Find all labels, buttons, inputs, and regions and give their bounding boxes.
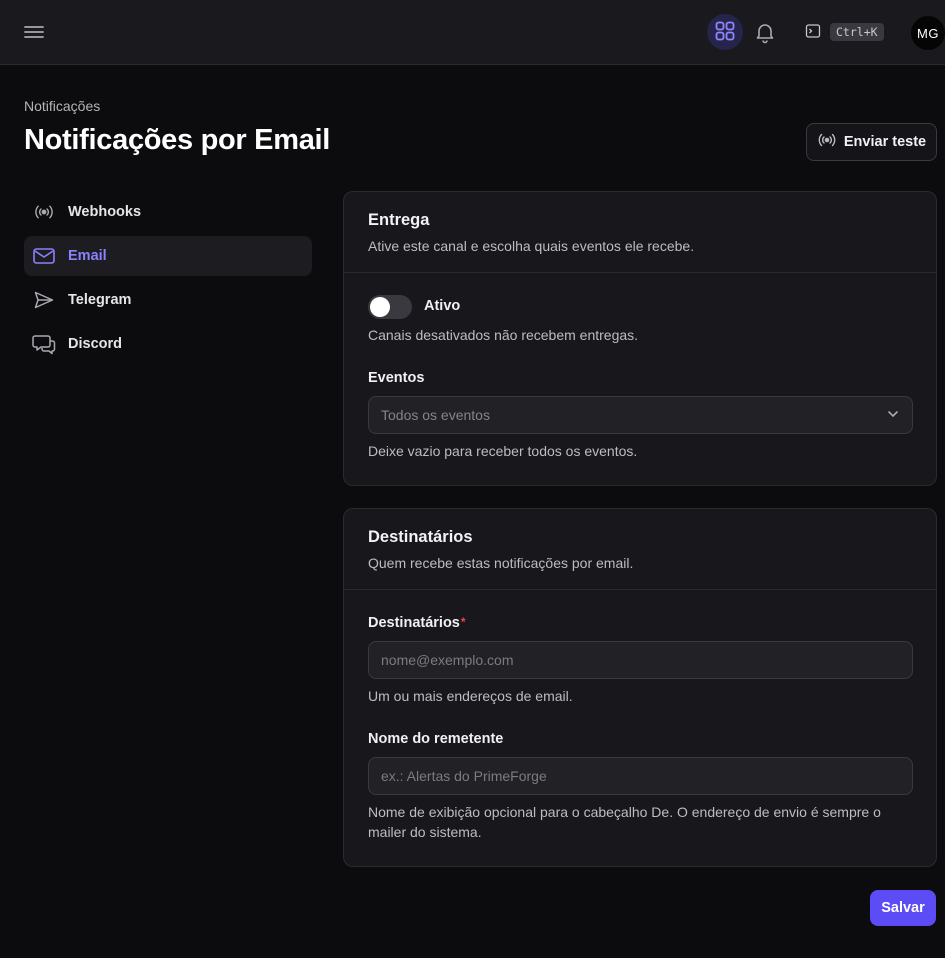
recipients-card-header: Destinatários Quem recebe estas notifica… [344, 509, 936, 590]
top-bar: Ctrl+K MG [0, 0, 945, 65]
sidebar-item-label: Telegram [68, 292, 132, 308]
sidebar-item-telegram[interactable]: Telegram [24, 280, 312, 320]
required-mark: * [460, 615, 466, 629]
events-select[interactable]: Todos os eventos [368, 396, 913, 434]
chevron-down-icon [886, 407, 900, 424]
delivery-subtitle: Ative este canal e escolha quais eventos… [368, 238, 695, 254]
recipients-title: Destinatários [368, 528, 473, 546]
bell-icon[interactable] [753, 20, 777, 44]
events-label: Eventos [368, 370, 425, 386]
sidebar-item-label: Email [68, 248, 107, 264]
recipients-card: Destinatários Quem recebe estas notifica… [343, 508, 937, 867]
events-select-placeholder: Todos os eventos [381, 407, 490, 423]
mail-icon [32, 244, 56, 268]
active-toggle-help: Canais desativados não recebem entregas. [368, 327, 639, 343]
sidebar-item-email[interactable]: Email [24, 236, 312, 276]
sender-name-help: Nome de exibição opcional para o cabeçal… [368, 804, 881, 840]
avatar[interactable]: MG [911, 16, 945, 50]
delivery-card: Entrega Ative este canal e escolha quais… [343, 191, 937, 486]
recipients-help: Um ou mais endereços de email. [368, 688, 573, 704]
events-help: Deixe vazio para receber todos os evento… [368, 443, 638, 459]
sender-name-input[interactable] [368, 757, 913, 795]
menu-icon[interactable] [22, 20, 46, 44]
recipients-input[interactable] [368, 641, 913, 679]
save-button[interactable]: Salvar [870, 890, 936, 926]
sidebar-item-webhooks[interactable]: Webhooks [24, 192, 312, 232]
broadcast-icon [32, 200, 56, 224]
broadcast-icon [817, 132, 837, 152]
recipients-field-label: Destinatários* [368, 615, 466, 631]
chat-icon [32, 332, 56, 356]
page-title: Notificações por Email [24, 124, 331, 156]
shortcut-hint: Ctrl+K [830, 23, 884, 41]
terminal-icon [805, 23, 821, 42]
sidebar-item-label: Webhooks [68, 204, 142, 220]
apps-grid-icon [714, 20, 736, 45]
delivery-title: Entrega [368, 211, 430, 229]
sidebar-item-label: Discord [68, 336, 122, 352]
delivery-card-header: Entrega Ative este canal e escolha quais… [344, 192, 936, 273]
toggle-knob [370, 297, 390, 317]
sender-name-label: Nome do remetente [368, 731, 504, 747]
send-test-label: Enviar teste [843, 134, 927, 150]
active-toggle-label: Ativo [424, 298, 461, 314]
active-toggle[interactable] [368, 295, 412, 319]
send-icon [32, 288, 56, 312]
apps-button[interactable] [707, 14, 743, 50]
command-palette-button[interactable]: Ctrl+K [805, 21, 884, 43]
send-test-button[interactable]: Enviar teste [806, 123, 937, 161]
breadcrumb[interactable]: Notificações [24, 98, 100, 114]
recipients-subtitle: Quem recebe estas notificações por email… [368, 555, 634, 571]
recipients-field-label-text: Destinatários [368, 615, 460, 631]
sidebar-item-discord[interactable]: Discord [24, 324, 312, 364]
